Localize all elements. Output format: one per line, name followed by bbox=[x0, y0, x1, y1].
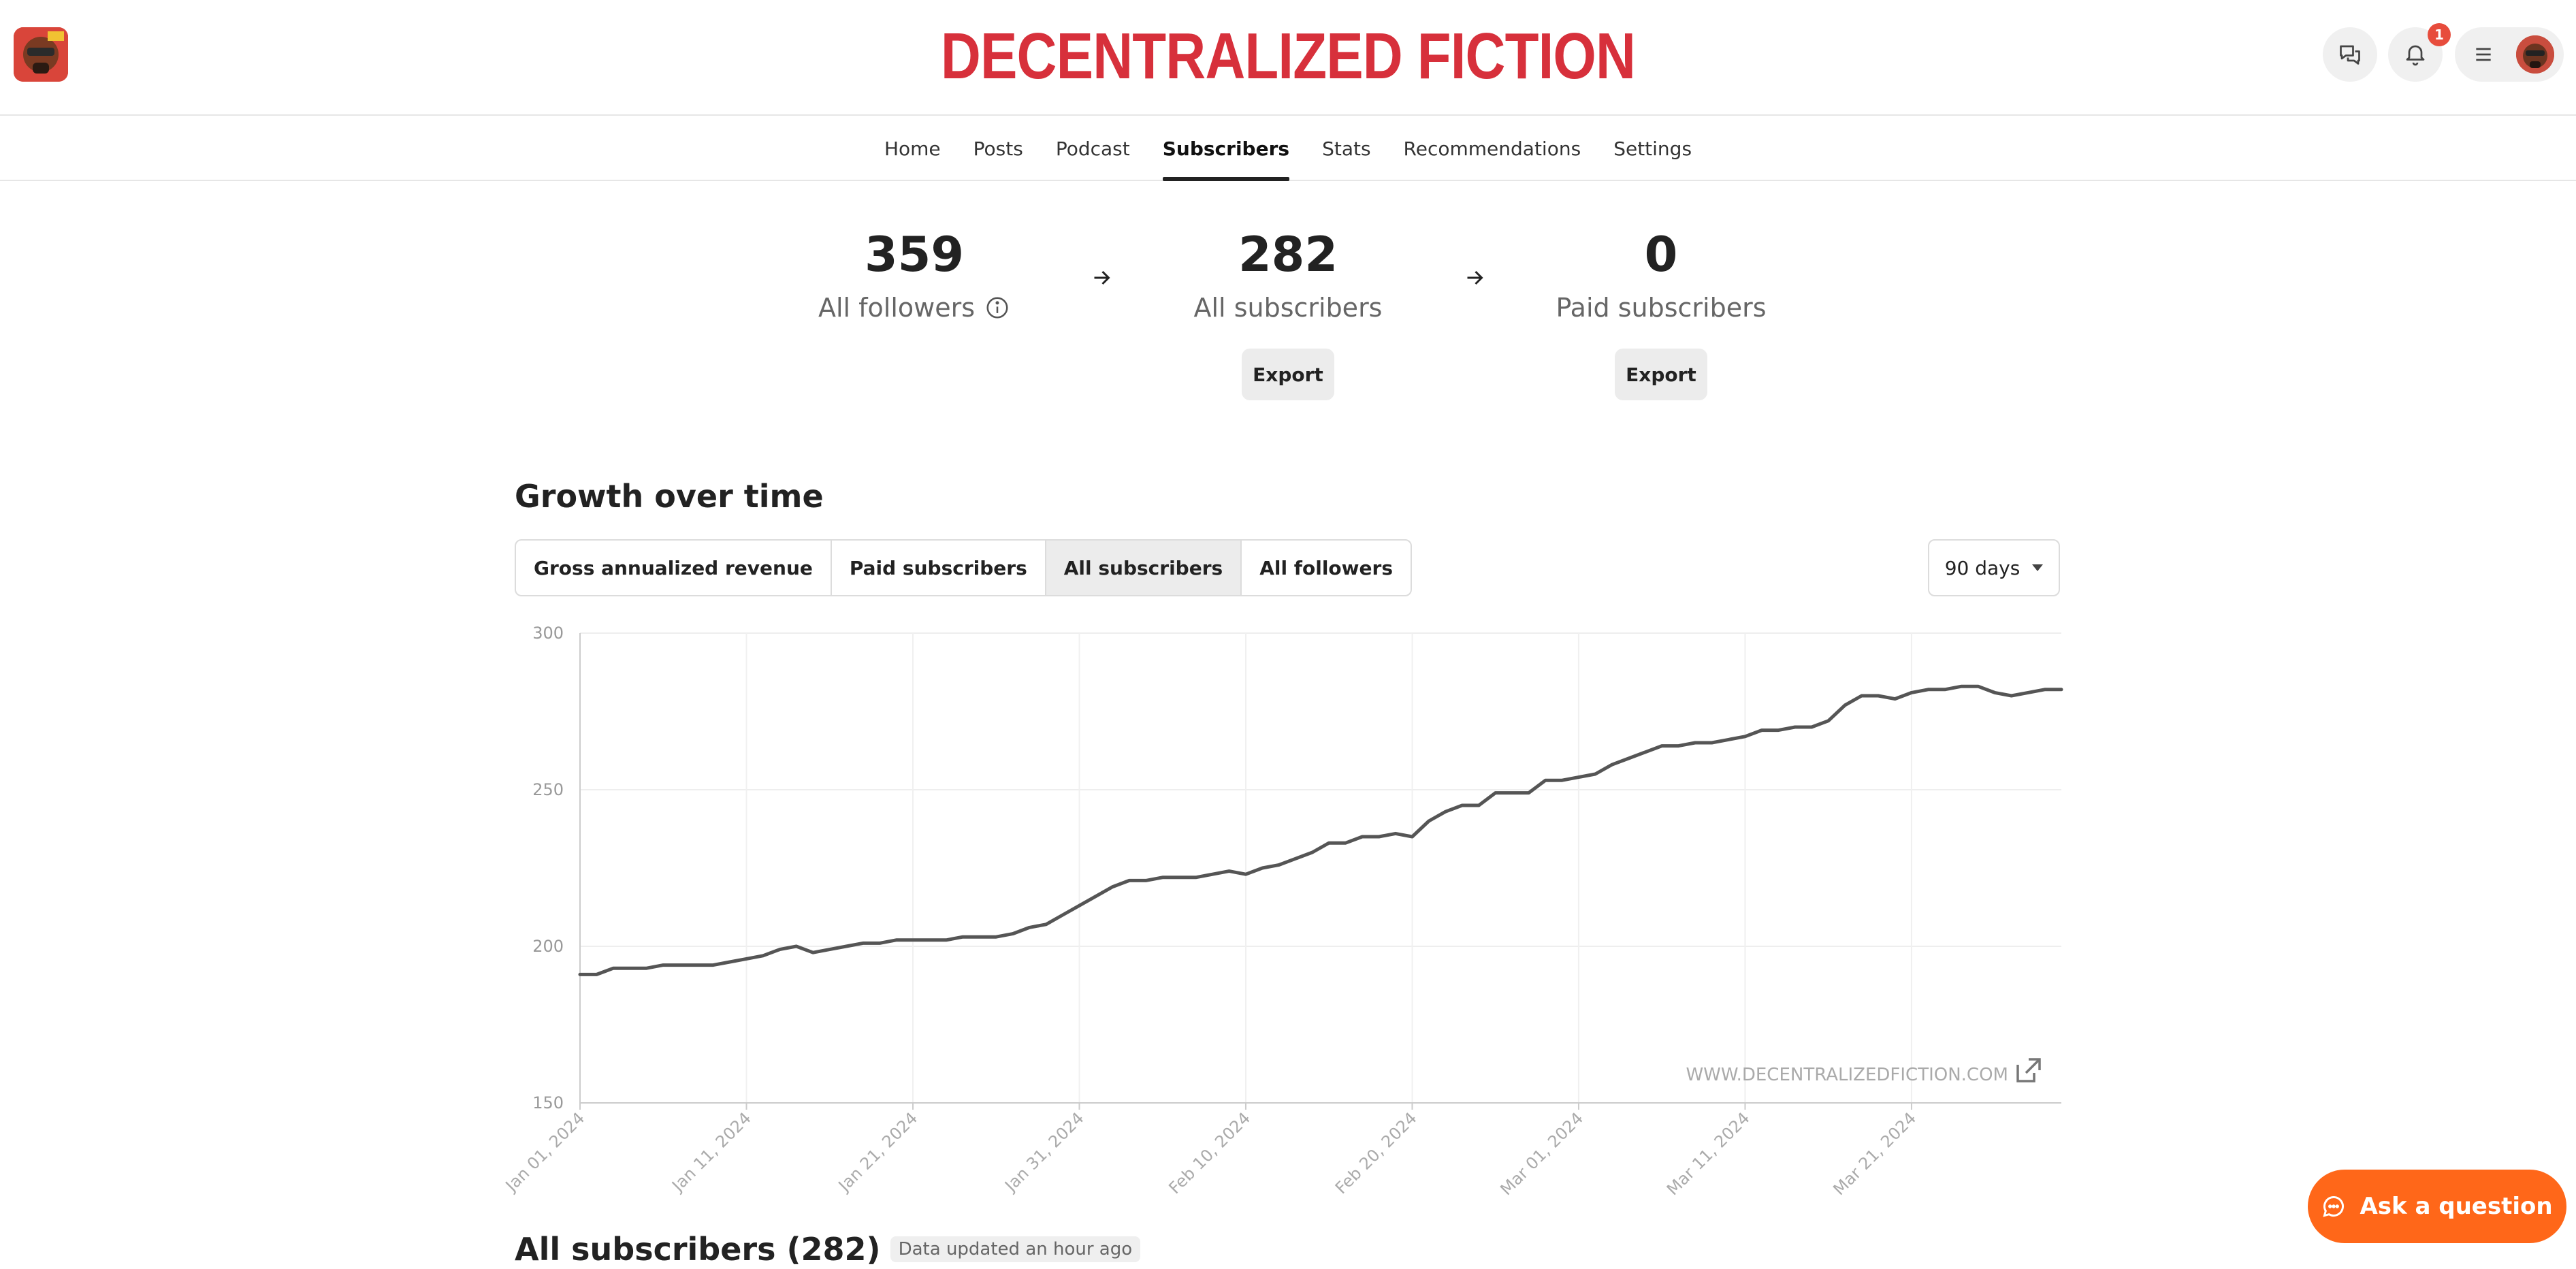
x-tick-label: Feb 10, 2024 bbox=[1165, 1108, 1254, 1198]
followers-count: 359 bbox=[864, 227, 965, 283]
export-paid-button[interactable]: Export bbox=[1615, 349, 1707, 400]
subscribers-stat: 282 All subscribers bbox=[1165, 227, 1411, 323]
arrow-right-icon bbox=[1089, 266, 1114, 293]
subscribers-list-heading: All subscribers (282) Data updated an ho… bbox=[515, 1231, 1141, 1268]
publication-logo[interactable] bbox=[14, 27, 68, 82]
paid-count: 0 bbox=[1644, 227, 1678, 283]
nav-stats[interactable]: Stats bbox=[1306, 116, 1387, 180]
chat-bubble-icon bbox=[2323, 1195, 2345, 1217]
ask-question-button[interactable]: Ask a question bbox=[2308, 1170, 2566, 1243]
arrow-right-icon bbox=[1462, 266, 1487, 293]
tab-all-followers[interactable]: All followers bbox=[1242, 541, 1411, 595]
tab-paid-subscribers[interactable]: Paid subscribers bbox=[832, 541, 1046, 595]
nav-home[interactable]: Home bbox=[868, 116, 957, 180]
info-icon[interactable] bbox=[984, 295, 1010, 321]
x-tick-label: Jan 31, 2024 bbox=[1000, 1108, 1087, 1195]
external-link-icon bbox=[2016, 1058, 2041, 1082]
y-tick-label: 250 bbox=[532, 780, 564, 799]
x-tick-label: Jan 21, 2024 bbox=[834, 1108, 921, 1195]
paid-label: Paid subscribers bbox=[1556, 293, 1767, 323]
y-tick-label: 150 bbox=[532, 1093, 564, 1112]
user-avatar bbox=[2516, 35, 2554, 74]
caret-down-icon bbox=[2032, 564, 2044, 571]
nav-posts[interactable]: Posts bbox=[957, 116, 1040, 180]
growth-title: Growth over time bbox=[515, 478, 824, 515]
growth-chart: 300 250 200 150Jan 01, 2024 Jan 11, 2024 Jan … bbox=[504, 624, 2063, 1199]
bell-icon bbox=[2406, 45, 2425, 66]
export-subscribers-button[interactable]: Export bbox=[1242, 349, 1334, 400]
top-bar: DECENTRALIZED FICTION 1 bbox=[0, 0, 2576, 116]
x-tick-label: Mar 11, 2024 bbox=[1663, 1108, 1754, 1199]
dashboard-nav: Home Posts Podcast Subscribers Stats Rec… bbox=[0, 116, 2576, 181]
ask-question-label: Ask a question bbox=[2360, 1193, 2553, 1220]
chart-watermark: WWW.DECENTRALIZEDFICTION.COM bbox=[1686, 1065, 2008, 1085]
x-tick-label: Jan 01, 2024 bbox=[504, 1108, 588, 1195]
nav-settings[interactable]: Settings bbox=[1597, 116, 1708, 180]
menu-icon bbox=[2476, 48, 2491, 61]
nav-podcast[interactable]: Podcast bbox=[1040, 116, 1146, 180]
metric-selector: Gross annualized revenue Paid subscriber… bbox=[515, 539, 1412, 596]
tab-gross-revenue[interactable]: Gross annualized revenue bbox=[516, 541, 832, 595]
notification-badge: 1 bbox=[2428, 23, 2451, 46]
followers-label: All followers bbox=[818, 293, 976, 323]
x-tick-label: Jan 11, 2024 bbox=[667, 1108, 754, 1195]
x-tick-label: Mar 01, 2024 bbox=[1496, 1108, 1587, 1199]
x-tick-label: Feb 20, 2024 bbox=[1332, 1108, 1421, 1198]
tab-all-subscribers[interactable]: All subscribers bbox=[1046, 541, 1242, 595]
nav-recommendations[interactable]: Recommendations bbox=[1387, 116, 1598, 180]
range-select[interactable]: 90 days bbox=[1928, 539, 2060, 596]
y-tick-label: 200 bbox=[532, 937, 564, 956]
chat-icon bbox=[2340, 45, 2360, 65]
paid-stat: 0 Paid subscribers bbox=[1539, 227, 1784, 323]
chat-button[interactable] bbox=[2323, 27, 2377, 82]
followers-stat: 359 All followers bbox=[790, 227, 1039, 323]
subscribers-count: 282 bbox=[1238, 227, 1338, 283]
subscribers-list-title: All subscribers (282) bbox=[515, 1231, 881, 1268]
range-value: 90 days bbox=[1944, 556, 2020, 579]
subscribers-label: All subscribers bbox=[1193, 293, 1383, 323]
account-menu-button[interactable] bbox=[2455, 27, 2564, 82]
nav-subscribers[interactable]: Subscribers bbox=[1146, 116, 1306, 181]
y-tick-label: 300 bbox=[532, 624, 564, 643]
x-tick-label: Mar 21, 2024 bbox=[1829, 1108, 1920, 1199]
series-line-all-subscribers bbox=[578, 684, 2063, 976]
data-updated-badge: Data updated an hour ago bbox=[890, 1236, 1141, 1262]
publication-title[interactable]: DECENTRALIZED FICTION bbox=[193, 19, 2383, 94]
